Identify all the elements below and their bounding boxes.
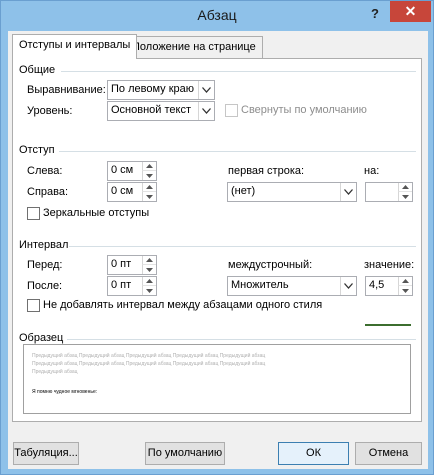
preview-previous-paragraph: Предыдущий абзац — [32, 369, 78, 375]
title-bar[interactable]: Абзац ? ✕ — [1, 1, 433, 31]
no-space-same-style-checkbox[interactable] — [27, 299, 40, 312]
left-indent-spinner[interactable]: 0 см — [107, 161, 157, 181]
tabs-button[interactable]: Табуляция... — [13, 442, 79, 465]
close-button[interactable]: ✕ — [390, 1, 431, 22]
indent-header: Отступ — [19, 144, 55, 156]
spin-down-icon[interactable] — [142, 192, 156, 201]
space-before-spinner[interactable]: 0 пт — [107, 255, 157, 275]
spacing-header: Интервал — [19, 239, 69, 251]
right-indent-value: 0 см — [111, 185, 134, 197]
space-before-value: 0 пт — [111, 258, 132, 270]
mirror-indents-label: Зеркальные отступы — [43, 207, 150, 219]
space-after-value: 0 пт — [111, 279, 132, 291]
first-line-value: (нет) — [231, 185, 256, 197]
chevron-down-icon — [340, 183, 356, 201]
preview-previous-paragraph: Предыдущий абзац Предыдущий абзац Предыд… — [32, 353, 266, 359]
tab-page-position[interactable]: Положение на странице — [125, 36, 263, 59]
preview-header: Образец — [19, 332, 64, 344]
spacing-value-value: 4,5 — [369, 279, 385, 291]
right-indent-label: Справа: — [27, 186, 69, 198]
first-line-by-spinner[interactable] — [365, 182, 413, 202]
no-space-same-style-label: Не добавлять интервал между абзацами одн… — [43, 299, 323, 311]
line-spacing-label: междустрочный: — [228, 259, 313, 271]
preview-previous-paragraph: Предыдущий абзац Предыдущий абзац Предыд… — [32, 361, 266, 367]
line-spacing-value: Множитель — [231, 279, 289, 291]
line-spacing-select[interactable]: Множитель — [227, 276, 357, 296]
spin-down-icon[interactable] — [398, 192, 412, 201]
first-line-label: первая строка: — [228, 165, 305, 177]
set-default-button[interactable]: По умолчанию — [145, 442, 225, 465]
spin-down-icon[interactable] — [142, 171, 156, 180]
chevron-down-icon — [198, 102, 214, 120]
first-line-by-label: на: — [364, 165, 380, 177]
dialog-body: Отступы и интервалы Положение на страниц… — [8, 31, 428, 469]
help-button[interactable]: ? — [367, 4, 383, 24]
right-indent-spinner[interactable]: 0 см — [107, 182, 157, 202]
spin-up-icon[interactable] — [398, 277, 412, 286]
cancel-button[interactable]: Отмена — [355, 442, 422, 465]
spin-down-icon[interactable] — [142, 265, 156, 274]
spin-up-icon[interactable] — [142, 162, 156, 171]
space-after-label: После: — [27, 280, 63, 292]
space-after-spinner[interactable]: 0 пт — [107, 276, 157, 296]
focus-underline — [365, 324, 411, 326]
space-before-label: Перед: — [27, 259, 63, 271]
paragraph-dialog: Абзац ? ✕ Отступы и интервалы Положение … — [0, 0, 434, 475]
first-line-select[interactable]: (нет) — [227, 182, 357, 202]
divider — [69, 246, 416, 247]
divider — [59, 151, 416, 152]
tab-indents-spacing[interactable]: Отступы и интервалы — [12, 34, 138, 59]
ok-button[interactable]: ОК — [278, 442, 349, 465]
spin-up-icon[interactable] — [142, 256, 156, 265]
spin-up-icon[interactable] — [142, 183, 156, 192]
general-header: Общие — [19, 64, 56, 76]
spacing-value-spinner[interactable]: 4,5 — [365, 276, 413, 296]
level-select[interactable]: Основной текст — [107, 101, 215, 121]
mirror-indents-checkbox[interactable] — [27, 207, 40, 220]
tab-panel: Общие Выравнивание: По левому краю Урове… — [12, 58, 422, 422]
chevron-down-icon — [198, 81, 214, 99]
collapsed-label: Свернуты по умолчанию — [241, 104, 367, 116]
spin-down-icon[interactable] — [398, 286, 412, 295]
divider — [67, 339, 416, 340]
spin-up-icon[interactable] — [142, 277, 156, 286]
alignment-label: Выравнивание: — [27, 84, 106, 96]
preview-sample-text: Я помню чудное мгновенье: — [32, 389, 98, 395]
spacing-value-label: значение: — [364, 259, 415, 271]
alignment-select[interactable]: По левому краю — [107, 80, 215, 100]
spin-up-icon[interactable] — [398, 183, 412, 192]
alignment-value: По левому краю — [111, 83, 194, 95]
collapsed-checkbox[interactable] — [225, 104, 238, 117]
left-indent-label: Слева: — [27, 165, 63, 177]
tab-label: Отступы и интервалы — [19, 39, 131, 51]
preview-box: Предыдущий абзац Предыдущий абзац Предыд… — [23, 344, 411, 414]
tab-label: Положение на странице — [132, 41, 256, 53]
left-indent-value: 0 см — [111, 164, 134, 176]
divider — [61, 71, 416, 72]
level-value: Основной текст — [111, 104, 191, 116]
level-label: Уровень: — [27, 105, 73, 117]
chevron-down-icon — [340, 277, 356, 295]
spin-down-icon[interactable] — [142, 286, 156, 295]
